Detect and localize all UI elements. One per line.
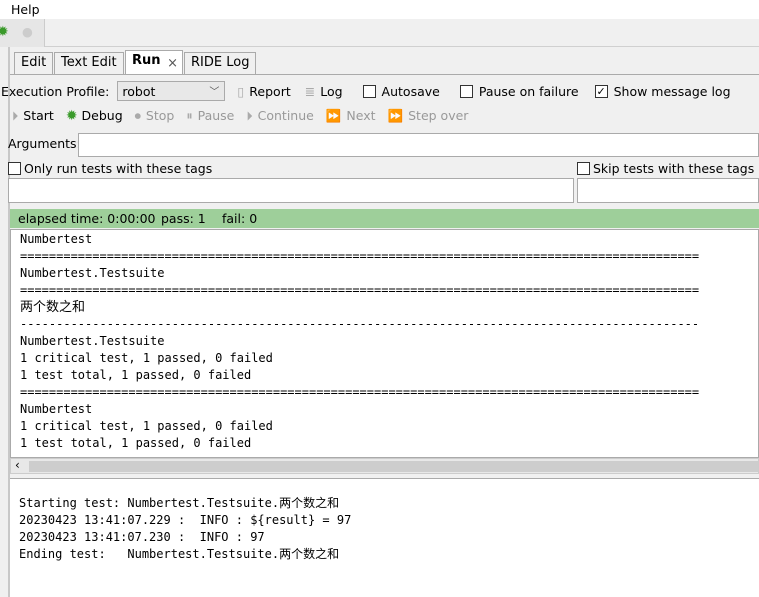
report-link[interactable]: Report xyxy=(249,84,290,99)
tab-text-edit[interactable]: Text Edit xyxy=(54,52,124,74)
stop-button[interactable]: ⏺ Stop xyxy=(135,108,175,124)
chevron-down-icon: ﹀ xyxy=(209,87,220,98)
output-line: Numbertest xyxy=(20,232,93,246)
bug-icon: ✹ xyxy=(65,108,78,124)
output-line: 1 test total, 1 passed, 0 failed xyxy=(20,436,252,450)
log-line: Starting test: Numbertest.Testsuite.两个数之… xyxy=(19,496,340,510)
stop-icon: ⏺ xyxy=(134,108,141,123)
tab-label: Text Edit xyxy=(61,55,117,70)
show-message-log-label: Show message log xyxy=(613,83,731,99)
pause-button[interactable]: ⏸ Pause xyxy=(186,108,234,124)
pause-on-failure-label: Pause on failure xyxy=(478,83,579,99)
output-line: Numbertest.Testsuite xyxy=(20,334,165,348)
selected-profile: robot xyxy=(122,84,156,99)
execution-profile-select[interactable]: robot ﹀ xyxy=(117,81,226,101)
message-log[interactable]: Starting test: Numbertest.Testsuite.两个数之… xyxy=(10,478,759,597)
log-line: 20230423 13:41:07.230 : INFO : 97 xyxy=(19,530,265,544)
step-over-label: Step over xyxy=(408,108,469,123)
pause-on-failure-checkbox[interactable] xyxy=(459,84,473,98)
fail-count: fail: 0 xyxy=(222,211,258,226)
next-icon: ⏩ xyxy=(325,108,342,123)
execution-profile-label: Execution Profile: xyxy=(1,83,110,99)
log-file-icon: ≣ xyxy=(304,83,316,99)
only-run-tags-label: Only run tests with these tags xyxy=(24,161,213,176)
pause-icon: ⏸ xyxy=(186,108,193,123)
log-line: Ending test: Numbertest.Testsuite.两个数之和 xyxy=(19,547,340,561)
autosave-checkbox[interactable] xyxy=(362,84,376,98)
scrollbar-thumb[interactable] xyxy=(29,461,758,472)
skip-tags-checkbox[interactable] xyxy=(577,162,590,175)
tab-label: Run xyxy=(132,53,161,68)
arguments-label: Arguments: xyxy=(8,136,81,151)
include-tags-row: Only run tests with these tags xyxy=(8,161,212,176)
pause-label: Pause xyxy=(197,108,235,123)
only-run-tags-checkbox[interactable] xyxy=(8,162,21,175)
stop-label: Stop xyxy=(145,108,175,123)
step-over-icon: ⏩ xyxy=(387,108,404,123)
log-link[interactable]: Log xyxy=(320,84,342,99)
output-line: ========================================… xyxy=(20,385,700,399)
next-button[interactable]: ⏩ Next xyxy=(326,108,376,124)
run-controls: ⏵ Start ✹ Debug ⏺ Stop ⏸ Pause ⏵ Continue ⏩ N… xyxy=(12,108,468,124)
continue-button[interactable]: ⏵ Continue xyxy=(246,108,313,124)
elapsed-time: elapsed time: 0:00:00 xyxy=(18,211,156,226)
divider xyxy=(10,74,759,75)
tab-label: RIDE Log xyxy=(191,55,250,70)
log-line: 20230423 13:41:07.229 : INFO : ${result}… xyxy=(19,513,352,527)
output-line: Numbertest xyxy=(20,402,93,416)
close-tab-icon[interactable]: × xyxy=(167,56,178,71)
output-line: ========================================… xyxy=(20,283,700,297)
output-line: ========================================… xyxy=(20,249,700,263)
start-label: Start xyxy=(23,108,54,123)
tab-run[interactable]: Run × xyxy=(125,50,183,74)
skip-tags-row: Skip tests with these tags xyxy=(577,161,754,176)
output-line: ----------------------------------------… xyxy=(20,317,700,331)
debug-label: Debug xyxy=(81,108,123,123)
continue-label: Continue xyxy=(257,108,314,123)
output-line: 1 critical test, 1 passed, 0 failed xyxy=(20,419,273,433)
continue-icon: ⏵ xyxy=(246,108,253,123)
output-line: 两个数之和 xyxy=(20,300,86,315)
pass-count: pass: 1 xyxy=(161,211,206,226)
step-over-button[interactable]: ⏩ Step over xyxy=(388,108,469,124)
output-line: 1 test total, 1 passed, 0 failed xyxy=(20,368,252,382)
output-line: 1 critical test, 1 passed, 0 failed xyxy=(20,351,273,365)
skip-tags-label: Skip tests with these tags xyxy=(593,161,755,176)
tab-label: Edit xyxy=(21,55,47,70)
debug-bug-icon[interactable]: ✹ xyxy=(0,24,9,40)
include-tags-input[interactable] xyxy=(8,178,574,203)
toolbar-group: ✹ ● xyxy=(0,19,45,47)
output-line: Numbertest.Testsuite xyxy=(20,266,165,280)
start-button[interactable]: ⏵ Start xyxy=(12,108,54,124)
debug-button[interactable]: ✹ Debug xyxy=(66,108,123,124)
tab-edit[interactable]: Edit xyxy=(14,52,54,74)
console-output[interactable]: Numbertest ==============================… xyxy=(10,229,759,458)
show-message-log-checkbox[interactable]: ✓ xyxy=(594,84,608,98)
stop-circle-icon[interactable]: ● xyxy=(22,24,33,39)
menu-help[interactable]: Help xyxy=(11,2,40,17)
exclude-tags-input[interactable] xyxy=(577,178,759,203)
horizontal-scrollbar[interactable]: ‹ xyxy=(10,458,759,474)
report-file-icon: ▯ xyxy=(237,83,245,99)
autosave-label: Autosave xyxy=(381,83,440,99)
tab-ride-log[interactable]: RIDE Log xyxy=(184,52,257,74)
toolbar: ✹ ● xyxy=(0,19,759,47)
arguments-input[interactable] xyxy=(78,133,759,157)
profile-row: Execution Profile: robot ﹀ ▯ Report ≣ Log A… xyxy=(1,81,731,101)
menu-bar: Help xyxy=(0,0,759,19)
next-label: Next xyxy=(346,108,376,123)
status-bar: elapsed time: 0:00:00 pass: 1 fail: 0 xyxy=(10,209,759,228)
play-icon: ⏵ xyxy=(12,108,19,123)
scroll-left-icon[interactable]: ‹ xyxy=(15,458,20,472)
